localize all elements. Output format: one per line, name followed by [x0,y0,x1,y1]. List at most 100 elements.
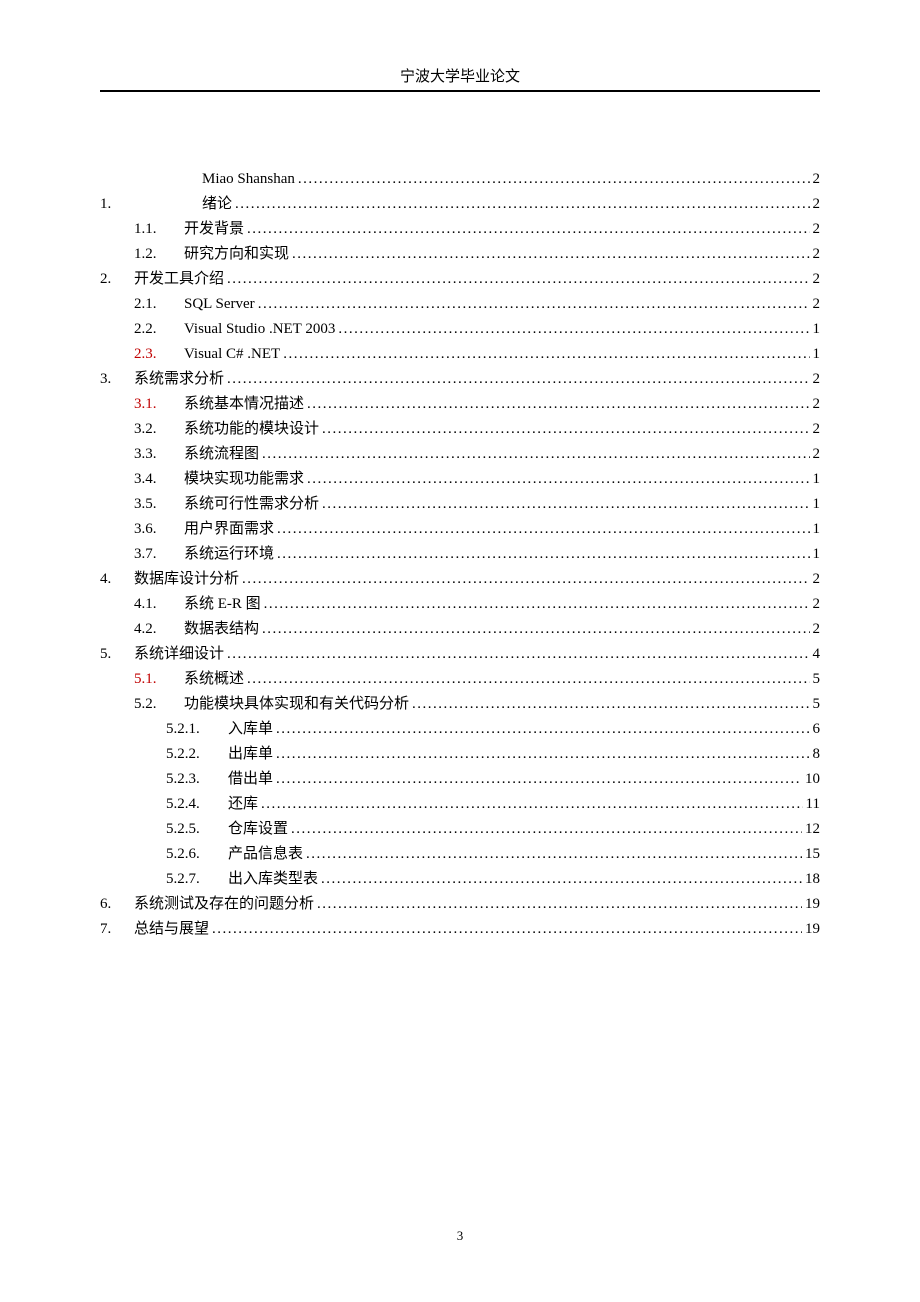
toc-leader: ........................................… [298,167,810,191]
toc-leader: ........................................… [235,192,809,216]
toc-leader: ........................................… [412,692,809,716]
toc-entry: 2.开发工具介绍................................… [100,267,820,291]
page-number: 3 [0,1228,920,1244]
toc-title: 数据表结构 [184,617,259,641]
toc-page: 6 [813,717,821,741]
toc-title: 系统流程图 [184,442,259,466]
toc-title: SQL Server [184,292,255,316]
toc-title: 入库单 [228,717,273,741]
toc-title: 系统测试及存在的问题分析 [134,892,314,916]
toc-leader: ........................................… [212,917,802,941]
toc-page: 2 [813,367,821,391]
toc-leader: ........................................… [261,792,803,816]
toc-title: 模块实现功能需求 [184,467,304,491]
toc-page: 5 [813,692,821,716]
toc-page: 12 [805,817,820,841]
toc-title: 开发背景 [184,217,244,241]
toc-number: 2. [100,267,134,291]
toc-leader: ........................................… [276,767,802,791]
toc-title: Visual Studio .NET 2003 [184,317,335,341]
toc-leader: ........................................… [227,642,809,666]
toc-entry: 3.系统需求分析................................… [100,367,820,391]
toc-leader: ........................................… [262,442,809,466]
toc-number: 5.2.1. [166,717,228,741]
toc-entry: 5.2.5.仓库设置..............................… [100,817,820,841]
toc-entry: 5.2.6.产品信息表.............................… [100,842,820,866]
toc-number: 4.2. [134,617,184,641]
toc-leader: ........................................… [322,492,809,516]
toc-number: 3. [100,367,134,391]
toc-entry: 7.总结与展望.................................… [100,917,820,941]
toc-leader: ........................................… [283,342,809,366]
toc-title: 借出单 [228,767,273,791]
toc-number: 1. [100,192,134,216]
toc-page: 2 [813,217,821,241]
toc-leader: ........................................… [227,267,809,291]
toc-page: 1 [813,517,821,541]
toc-number: 3.6. [134,517,184,541]
toc-page: 1 [813,492,821,516]
toc-page: 1 [813,467,821,491]
toc-entry: 3.5.系统可行性需求分析...........................… [100,492,820,516]
toc-title: 研究方向和实现 [184,242,289,266]
toc-page: 2 [813,292,821,316]
toc-page: 2 [813,392,821,416]
toc-title: 功能模块具体实现和有关代码分析 [184,692,409,716]
toc-entry: 1. 绪论....................................… [100,192,820,216]
toc-number: 5.2.5. [166,817,228,841]
toc-number: 5.2.4. [166,792,228,816]
toc-title: 产品信息表 [228,842,303,866]
toc-number: 5.2.7. [166,867,228,891]
toc-page: 8 [813,742,821,766]
toc-number: 3.1. [134,392,184,416]
toc-page: 18 [805,867,820,891]
toc-page: 2 [813,417,821,441]
toc-leader: ........................................… [262,617,809,641]
toc-leader: ........................................… [292,242,809,266]
toc-page: 5 [813,667,821,691]
toc-number: 3.2. [134,417,184,441]
toc-leader: ........................................… [247,667,809,691]
toc-entry: 5.1.系统概述................................… [100,667,820,691]
toc-entry: 5.2.2.出库单...............................… [100,742,820,766]
document-page: 宁波大学毕业论文 Miao Shanshan..................… [0,0,920,1302]
toc-number: 4. [100,567,134,591]
toc-leader: ........................................… [307,467,809,491]
toc-page: 15 [805,842,820,866]
toc-title: 出入库类型表 [228,867,318,891]
toc-leader: ........................................… [321,867,802,891]
toc-number: 3.3. [134,442,184,466]
toc-leader: ........................................… [338,317,809,341]
toc-leader: ........................................… [247,217,809,241]
toc-entry: 3.7.系统运行环境..............................… [100,542,820,566]
toc-entry: 5.2.3.借出单...............................… [100,767,820,791]
toc-entry: 3.2.系统功能的模块设计...........................… [100,417,820,441]
toc-number: 1.1. [134,217,184,241]
toc-entry: 1.1.开发背景................................… [100,217,820,241]
toc-title: 还库 [228,792,258,816]
toc-title: 仓库设置 [228,817,288,841]
toc-leader: ........................................… [276,717,809,741]
toc-title: 系统功能的模块设计 [184,417,319,441]
toc-page: 2 [813,442,821,466]
toc-page: 2 [813,242,821,266]
toc-entry: 6.系统测试及存在的问题分析..........................… [100,892,820,916]
toc-entry: 3.3.系统流程图...............................… [100,442,820,466]
toc-title: 总结与展望 [134,917,209,941]
toc-title: 开发工具介绍 [134,267,224,291]
toc-title: 数据库设计分析 [134,567,239,591]
toc-number: 3.4. [134,467,184,491]
toc-title: 绪论 [202,192,232,216]
toc-number: 5.2.6. [166,842,228,866]
toc-title: Visual C# .NET [184,342,280,366]
page-header: 宁波大学毕业论文 [100,65,820,92]
toc-number: 3.7. [134,542,184,566]
toc-entry: Miao Shanshan...........................… [100,167,820,191]
toc-entry: 5.系统详细设计................................… [100,642,820,666]
toc-number: 5.2.2. [166,742,228,766]
toc-page: 11 [806,792,820,816]
toc-entry: 4.1.系统 E-R 图............................… [100,592,820,616]
toc-page: 2 [813,567,821,591]
toc-title: 系统详细设计 [134,642,224,666]
toc-page: 2 [813,617,821,641]
